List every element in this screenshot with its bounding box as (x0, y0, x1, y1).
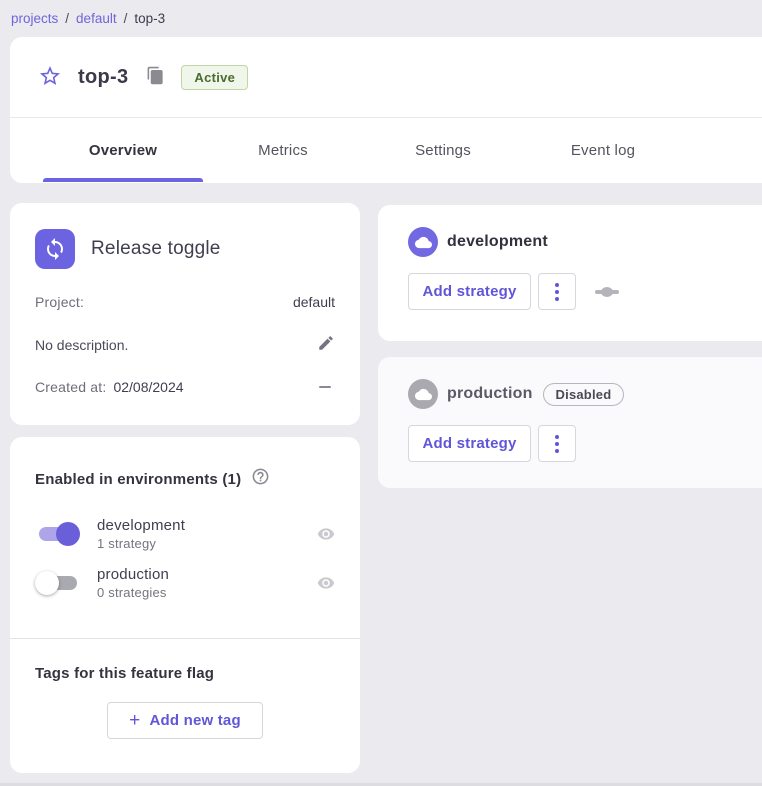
feature-type-header: Release toggle (35, 229, 335, 269)
help-icon[interactable] (251, 467, 270, 491)
environment-name: production (97, 566, 169, 583)
add-new-tag-label: Add new tag (149, 712, 240, 729)
feature-header-card: top-3 Active Overview Metrics Settings E… (10, 37, 762, 183)
more-actions-button[interactable] (538, 425, 576, 462)
tab-bar: Overview Metrics Settings Event log (10, 118, 762, 182)
tab-label: Metrics (258, 142, 308, 159)
environment-panel-development: development Add strategy (378, 205, 762, 341)
tab-label: Event log (571, 142, 635, 159)
breadcrumb-link-projects[interactable]: projects (11, 11, 58, 26)
release-toggle-icon (35, 229, 75, 269)
environment-panel-actions: Add strategy (408, 425, 762, 462)
feature-details-card: Release toggle Project: default No descr… (10, 203, 360, 425)
add-new-tag-button[interactable]: + Add new tag (107, 702, 263, 739)
cloud-icon (408, 227, 438, 257)
tab-label: Overview (89, 142, 157, 159)
description-row: No description. (35, 334, 335, 355)
active-tab-underline (43, 178, 203, 182)
minus-icon (319, 386, 331, 388)
tab-event-log[interactable]: Event log (523, 118, 683, 182)
breadcrumb-current: top-3 (134, 11, 165, 26)
environment-strategy-count: 0 strategies (97, 585, 169, 600)
environment-toggle-row-development: development 1 strategy (35, 517, 335, 551)
tab-label: Settings (415, 142, 471, 159)
feature-title-row: top-3 Active (10, 37, 762, 118)
tab-metrics[interactable]: Metrics (203, 118, 363, 182)
breadcrumb-separator: / (65, 11, 69, 26)
tags-section-title: Tags for this feature flag (35, 665, 335, 682)
add-strategy-label: Add strategy (422, 283, 516, 300)
eye-icon[interactable] (317, 525, 335, 543)
development-toggle[interactable] (35, 521, 81, 547)
kebab-dot (555, 442, 559, 446)
project-value: default (293, 294, 335, 310)
environment-strategy-count: 1 strategy (97, 536, 185, 551)
more-actions-button[interactable] (538, 273, 576, 310)
created-at-row: Created at: 02/08/2024 (35, 379, 335, 395)
created-at-label: Created at: (35, 379, 106, 395)
copy-icon (146, 66, 165, 88)
edit-description-button[interactable] (317, 334, 335, 355)
cloud-icon (408, 379, 438, 409)
environment-panel-name: development (447, 233, 548, 251)
environment-panel-header: development (408, 227, 762, 257)
feature-type-label: Release toggle (91, 238, 221, 260)
tab-overview[interactable]: Overview (43, 118, 203, 182)
star-icon (38, 64, 62, 91)
environment-panel-actions: Add strategy (408, 273, 762, 310)
kebab-dot (555, 449, 559, 453)
breadcrumb: projects / default / top-3 (0, 0, 165, 36)
environment-panel-header: production Disabled (408, 379, 762, 409)
collapse-button[interactable] (315, 382, 335, 392)
pencil-icon (317, 334, 335, 355)
kebab-dot (555, 435, 559, 439)
project-label: Project: (35, 294, 84, 310)
kebab-dot (555, 283, 559, 287)
environment-texts: development 1 strategy (97, 517, 185, 551)
favorite-star-button[interactable] (38, 64, 62, 91)
production-toggle[interactable] (35, 570, 81, 596)
status-badge: Active (181, 65, 248, 90)
environment-name: development (97, 517, 185, 534)
created-at-value: 02/08/2024 (113, 379, 183, 395)
add-strategy-label: Add strategy (422, 435, 516, 452)
project-row: Project: default (35, 294, 335, 310)
last-seen-indicator-icon (594, 286, 620, 298)
environment-texts: production 0 strategies (97, 566, 169, 600)
add-strategy-button[interactable]: Add strategy (408, 425, 531, 462)
kebab-dot (555, 290, 559, 294)
description-text: No description. (35, 337, 128, 353)
breadcrumb-separator: / (124, 11, 128, 26)
plus-icon: + (129, 711, 140, 730)
environment-panel-name: production (447, 385, 533, 403)
copy-name-button[interactable] (146, 66, 165, 88)
environments-card-header: Enabled in environments (1) (35, 467, 335, 491)
kebab-dot (555, 297, 559, 301)
environments-card: Enabled in environments (1) development … (10, 437, 360, 773)
eye-icon[interactable] (317, 574, 335, 592)
tags-section: Tags for this feature flag + Add new tag (10, 639, 360, 739)
add-strategy-button[interactable]: Add strategy (408, 273, 531, 310)
tab-settings[interactable]: Settings (363, 118, 523, 182)
environment-panel-production: production Disabled Add strategy (378, 357, 762, 488)
page-title: top-3 (78, 66, 128, 89)
breadcrumb-link-default[interactable]: default (76, 11, 117, 26)
environments-card-title: Enabled in environments (1) (35, 471, 241, 488)
environment-toggle-row-production: production 0 strategies (35, 566, 335, 600)
disabled-badge: Disabled (543, 383, 625, 406)
